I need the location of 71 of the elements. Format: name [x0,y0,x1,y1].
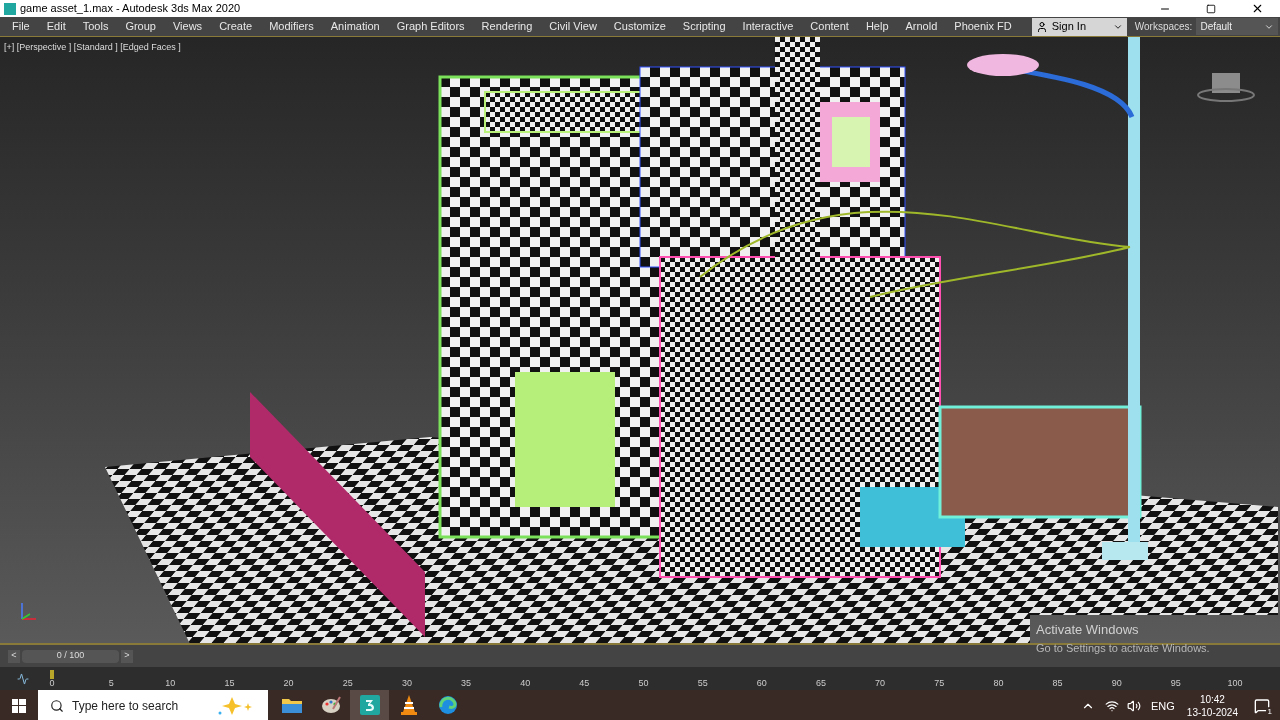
restore-icon [1206,3,1216,14]
previous-frame-button[interactable]: < [8,649,20,663]
menu-item[interactable]: Modifiers [261,18,322,35]
menu-item[interactable]: Scripting [674,18,734,35]
user-icon [1035,20,1048,33]
frame-number: 85 [1052,677,1063,690]
frame-number: 60 [756,677,767,690]
traffic-cone-icon [399,695,418,715]
frame-counter: 0 / 100 [22,649,119,663]
frame-number: 80 [993,677,1004,690]
menu-item[interactable]: Phoenix FD [946,18,1020,35]
frame-number: 5 [108,677,114,690]
curve-editor-icon[interactable] [17,672,29,685]
menu-item[interactable]: Rendering [473,18,541,35]
frame-number: 45 [579,677,590,690]
menu-item[interactable]: Tools [74,18,117,35]
menu-item[interactable]: Animation [322,18,388,35]
frame-number: 10 [165,677,176,690]
menu-item[interactable]: Graph Editors [388,18,473,35]
menu-item[interactable]: Arnold [897,18,946,35]
frame-number: 95 [1170,677,1181,690]
language-indicator[interactable]: ENG [1151,697,1175,715]
frame-number: 75 [934,677,945,690]
sign-in-dropdown[interactable]: Sign In [1031,17,1127,36]
frame-number: 15 [224,677,235,690]
frame-marker[interactable] [50,670,54,679]
wifi-icon[interactable] [1105,699,1119,713]
taskbar-search-box[interactable]: Type here to search [38,690,268,720]
notifications-button[interactable]: 1 [1244,690,1280,720]
browser-icon [437,695,458,715]
menu-item[interactable]: Edit [38,18,74,35]
frame-number: 90 [1111,677,1122,690]
frame-number: 70 [875,677,886,690]
workspaces-label: Workspaces: [1134,20,1193,34]
frame-number: 0 [49,677,55,690]
menu-item[interactable]: Civil View [541,18,605,35]
menu-item[interactable]: Create [211,18,261,35]
frame-number: 20 [283,677,294,690]
clock-time[interactable]: 10:42 [1199,693,1225,706]
frame-number: 25 [342,677,353,690]
window-title: game asset_1.max - Autodesk 3ds Max 2020 [20,1,241,17]
frame-number: 55 [697,677,708,690]
menu-item[interactable]: Interactive [734,18,802,35]
frame-number: 100 [1227,677,1243,690]
frame-number: 40 [520,677,531,690]
search-icon [50,699,64,713]
volume-icon[interactable] [1127,699,1141,713]
palette-icon [320,695,341,715]
notification-count: 1 [1265,707,1274,716]
frame-number: 30 [401,677,412,690]
menu-item[interactable]: Customize [605,18,674,35]
menu-item[interactable]: File [4,18,38,35]
clock-date[interactable]: 13-10-2024 [1186,706,1238,719]
next-frame-button[interactable]: > [121,649,133,663]
menu-item[interactable]: Content [802,18,857,35]
windows-logo-icon [12,699,26,713]
frame-number: 65 [815,677,826,690]
track-bar[interactable]: 0 5 10 15 20 25 30 35 40 45 50 55 60 65 70 75 80 85 90 95 100 [0,667,1280,690]
frame-number: 35 [461,677,472,690]
taskbar-app-button[interactable] [350,690,389,720]
menu-item[interactable]: Views [164,18,211,35]
search-input[interactable]: Type here to search [72,697,216,715]
frame-number: 50 [638,677,649,690]
viewport-label[interactable]: [+] [Perspective ] [Standard ] [Edged Faces ] [4,41,181,55]
workspaces-dropdown[interactable]: Default [1196,18,1278,35]
menu-item[interactable]: Group [117,18,164,35]
menu-item[interactable]: Help [857,18,897,35]
app-logo-icon [4,2,16,15]
app-logo-icon [359,695,380,715]
folder-icon [281,697,302,713]
activation-title: Activate Windows [1036,622,1140,638]
